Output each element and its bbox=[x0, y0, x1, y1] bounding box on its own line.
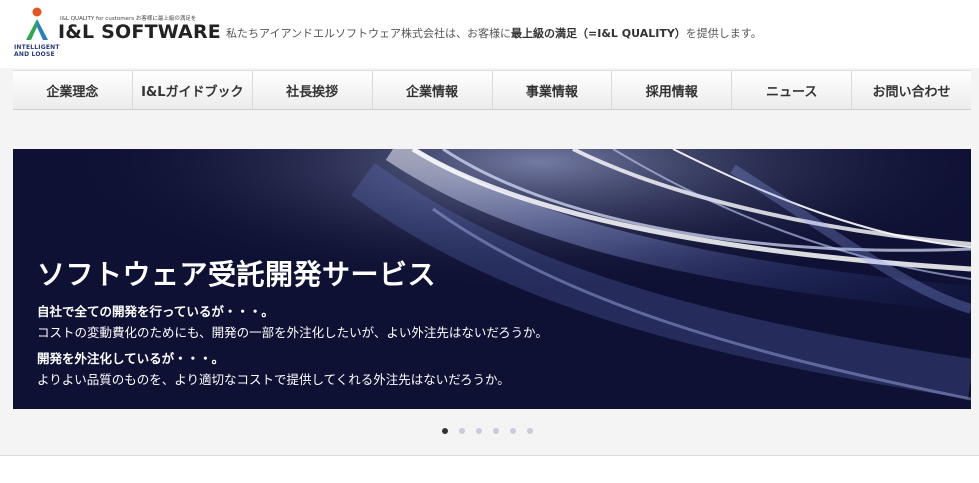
carousel-pagination bbox=[442, 428, 533, 434]
logo-subtitle: INTELLIGENT AND LOOSE bbox=[14, 44, 60, 58]
main-nav: 企業理念 I&Lガイドブック 社長挨拶 企業情報 事業情報 採用情報 ニュース … bbox=[13, 70, 971, 110]
carousel-dot[interactable] bbox=[527, 428, 533, 434]
company-logo[interactable]: INTELLIGENT AND LOOSE I&L QUALITY for cu… bbox=[14, 6, 221, 58]
site-header: INTELLIGENT AND LOOSE I&L QUALITY for cu… bbox=[0, 0, 979, 68]
nav-item-president-message[interactable]: 社長挨拶 bbox=[251, 71, 372, 109]
nav-item-business-info[interactable]: 事業情報 bbox=[491, 71, 612, 109]
nav-item-company-info[interactable]: 企業情報 bbox=[371, 71, 492, 109]
hero-title: ソフトウェア受託開発サービス bbox=[37, 258, 437, 291]
nav-item-news[interactable]: ニュース bbox=[731, 71, 851, 109]
nav-item-recruit[interactable]: 採用情報 bbox=[611, 71, 731, 109]
nav-item-guidebook[interactable]: I&Lガイドブック bbox=[131, 71, 252, 109]
header-tagline: 私たちアイアンドエルソフトウェア株式会社は、お客様に最上級の満足（=I&L QU… bbox=[226, 27, 762, 40]
carousel-dot[interactable] bbox=[493, 428, 499, 434]
hero-banner[interactable]: ソフトウェア受託開発サービス 自社で全ての開発を行っているが・・・。 コストの変… bbox=[13, 149, 971, 409]
hero-line-3: 開発を外注化しているが・・・。 bbox=[37, 351, 225, 366]
carousel-dot[interactable] bbox=[459, 428, 465, 434]
logo-text: I&L SOFTWARE bbox=[58, 21, 221, 43]
hero-line-1: 自社で全ての開発を行っているが・・・。 bbox=[37, 304, 274, 319]
carousel-dot[interactable] bbox=[476, 428, 482, 434]
content-area bbox=[0, 456, 979, 483]
logo-mark-icon bbox=[26, 7, 48, 40]
nav-item-philosophy[interactable]: 企業理念 bbox=[13, 71, 132, 109]
carousel-dot[interactable] bbox=[510, 428, 516, 434]
hero-line-4: よりよい品質のものを、より適切なコストで提供してくれる外注先はないだろうか。 bbox=[37, 372, 510, 387]
nav-item-contact[interactable]: お問い合わせ bbox=[851, 71, 971, 109]
hero-line-2: コストの変動費化のためにも、開発の一部を外注化したいが、よい外注先はないだろうか… bbox=[37, 325, 548, 340]
carousel-dot[interactable] bbox=[442, 428, 448, 434]
